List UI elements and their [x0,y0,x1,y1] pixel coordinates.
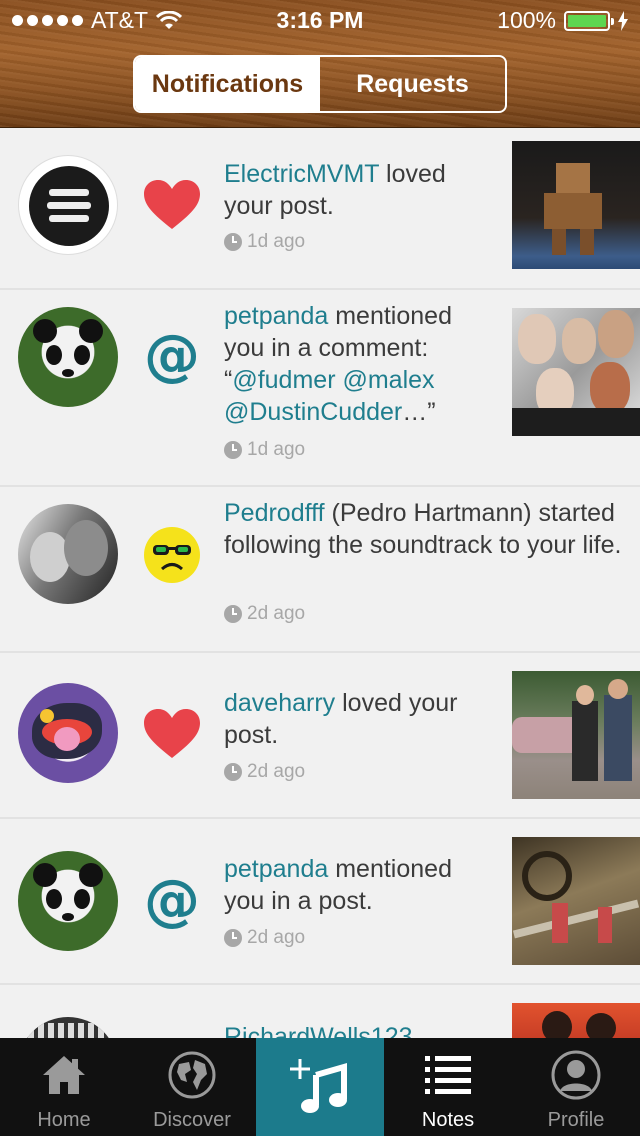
home-icon [43,1056,85,1094]
list-item[interactable]: @ petpanda mentioned you in a post. 2d a… [0,819,640,985]
notifications-list[interactable]: ElectricMVMT loved your post. 1d ago @ p… [0,129,640,1038]
mention-link[interactable]: @DustinCudder [224,398,402,426]
avatar[interactable] [18,504,118,604]
post-thumbnail[interactable] [512,1003,640,1038]
tab-discover[interactable]: Discover [128,1038,256,1136]
timestamp: 2d ago [247,603,306,624]
username-link[interactable]: RichardWells123 [224,1023,413,1038]
post-thumbnail[interactable] [512,671,640,799]
tab-label: Discover [153,1109,231,1131]
tab-bar: Home Discover Notes Profile [0,1038,640,1136]
post-thumbnail[interactable] [512,837,640,965]
timestamp: 1d ago [247,439,306,460]
mention-link[interactable]: @malex [342,366,434,394]
at-icon: @ [144,323,200,388]
clock-icon [224,233,242,251]
quote-close: …” [402,398,436,426]
segmented-control: Notifications Requests [133,55,507,113]
clock-icon [224,763,242,781]
username-link[interactable]: daveharry [224,689,335,717]
at-icon: @ [144,868,200,933]
username-link[interactable]: petpanda [224,855,328,883]
add-music-icon [290,1059,347,1113]
timestamp: 2d ago [247,761,306,782]
tab-label: Profile [547,1109,605,1131]
globe-icon [168,1051,216,1099]
add-music-button[interactable] [256,1038,384,1136]
post-thumbnail[interactable] [512,141,640,269]
tab-notifications[interactable]: Notifications [135,57,320,111]
tab-notes[interactable]: Notes [384,1038,512,1136]
timestamp: 1d ago [247,231,306,252]
list-item[interactable]: RichardWells123 [0,985,640,1038]
tab-label: Notes [421,1109,475,1131]
username-link[interactable]: ElectricMVMT [224,160,379,188]
heart-icon [142,175,202,235]
avatar[interactable] [18,307,118,407]
post-thumbnail[interactable] [512,308,640,436]
avatar[interactable] [18,1017,118,1038]
mention-link[interactable]: @fudmer [232,366,335,394]
username-link[interactable]: petpanda [224,302,328,330]
avatar[interactable] [18,683,118,783]
header-bar: AT&T 3:16 PM 100% Notifications Requests [0,0,640,128]
timestamp: 2d ago [247,927,306,948]
sunglasses-face-icon [142,525,202,585]
list-item[interactable]: daveharry loved your post. 2d ago [0,653,640,819]
clock-icon [224,929,242,947]
status-bar: AT&T 3:16 PM 100% [0,0,640,40]
tab-home[interactable]: Home [0,1038,128,1136]
list-item[interactable]: @ petpanda mentioned you in a comment: “… [0,290,640,487]
list-item[interactable]: ElectricMVMT loved your post. 1d ago [0,129,640,290]
clock-icon [224,441,242,459]
profile-icon [551,1050,601,1100]
clock-icon [224,605,242,623]
heart-icon [142,704,202,764]
battery-percent: 100% [497,7,556,33]
avatar[interactable] [18,851,118,951]
list-icon [425,1056,471,1094]
battery-icon [564,10,614,31]
charging-bolt-icon [618,10,628,31]
tab-requests[interactable]: Requests [320,57,505,111]
avatar[interactable] [18,155,118,255]
tab-profile[interactable]: Profile [512,1038,640,1136]
list-item[interactable]: Pedrodfff (Pedro Hartmann) started follo… [0,487,640,653]
tab-label: Home [37,1109,91,1131]
username-link[interactable]: Pedrodfff [224,499,325,527]
